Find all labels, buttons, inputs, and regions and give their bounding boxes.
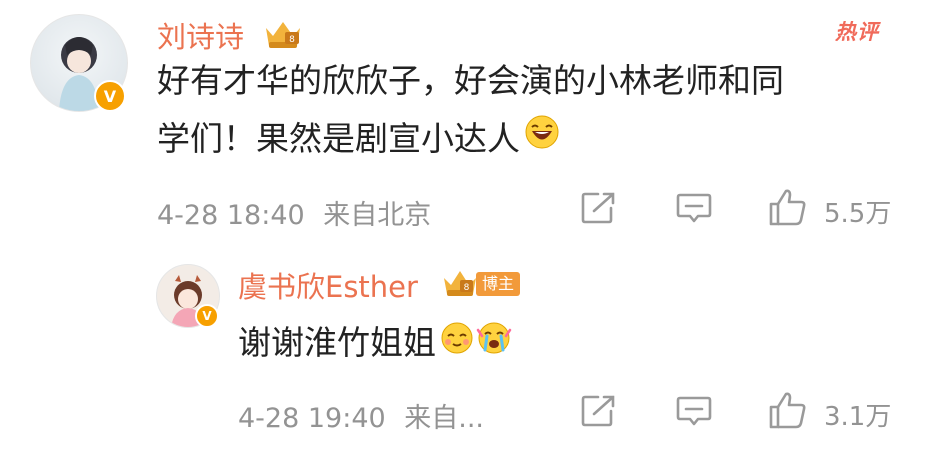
- like-icon[interactable]: [768, 188, 808, 226]
- replier-username[interactable]: 虞书欣Esther: [238, 264, 418, 306]
- member-crown-icon: 8: [260, 16, 306, 54]
- svg-text:8: 8: [289, 35, 295, 45]
- blogger-badge: 博主: [476, 272, 521, 296]
- reply-comment-icon[interactable]: [676, 395, 712, 427]
- comment-text: 好有才华的欣欣子，好会演的小林老师和同 学们！果然是剧宣小达人: [157, 52, 917, 168]
- crying-touched-emoji-icon: [476, 320, 512, 360]
- reply-location: 来自...: [404, 403, 485, 434]
- comment-date: 4-28 18:40: [157, 200, 305, 231]
- comment-text-line2-row: 学们！果然是剧宣小达人: [157, 110, 917, 168]
- comment-location: 来自北京: [323, 200, 432, 231]
- commenter-username[interactable]: 刘诗诗: [157, 14, 244, 56]
- reply-like-icon[interactable]: [768, 391, 808, 429]
- laughing-emoji-icon: [524, 110, 560, 168]
- replier-verified-badge-icon: V: [195, 304, 219, 328]
- reply-text: 谢谢淮竹姐姐: [238, 323, 436, 362]
- svg-text:8: 8: [464, 283, 470, 293]
- comment-text-line2: 学们！果然是剧宣小达人: [157, 119, 520, 158]
- reply-date: 4-28 19:40: [238, 403, 386, 434]
- hot-comment-tag: 热评: [835, 20, 879, 44]
- replier-member-crown-icon: 8: [440, 266, 480, 302]
- reply-like-count: 3.1万: [824, 402, 892, 432]
- comment-text-line1: 好有才华的欣欣子，好会演的小林老师和同: [157, 61, 784, 100]
- comment-meta: 4-28 18:40 来自北京: [157, 193, 431, 232]
- comment-icon[interactable]: [676, 192, 712, 224]
- reply-meta: 4-28 19:40 来自...: [238, 396, 484, 435]
- comment-like-count: 5.5万: [824, 199, 892, 229]
- reply-text-row: 谢谢淮竹姐姐: [238, 316, 512, 364]
- verified-badge-icon: V: [94, 80, 126, 112]
- share-icon[interactable]: [580, 191, 616, 225]
- reply-share-icon[interactable]: [580, 394, 616, 428]
- blushing-smile-emoji-icon: [440, 321, 474, 359]
